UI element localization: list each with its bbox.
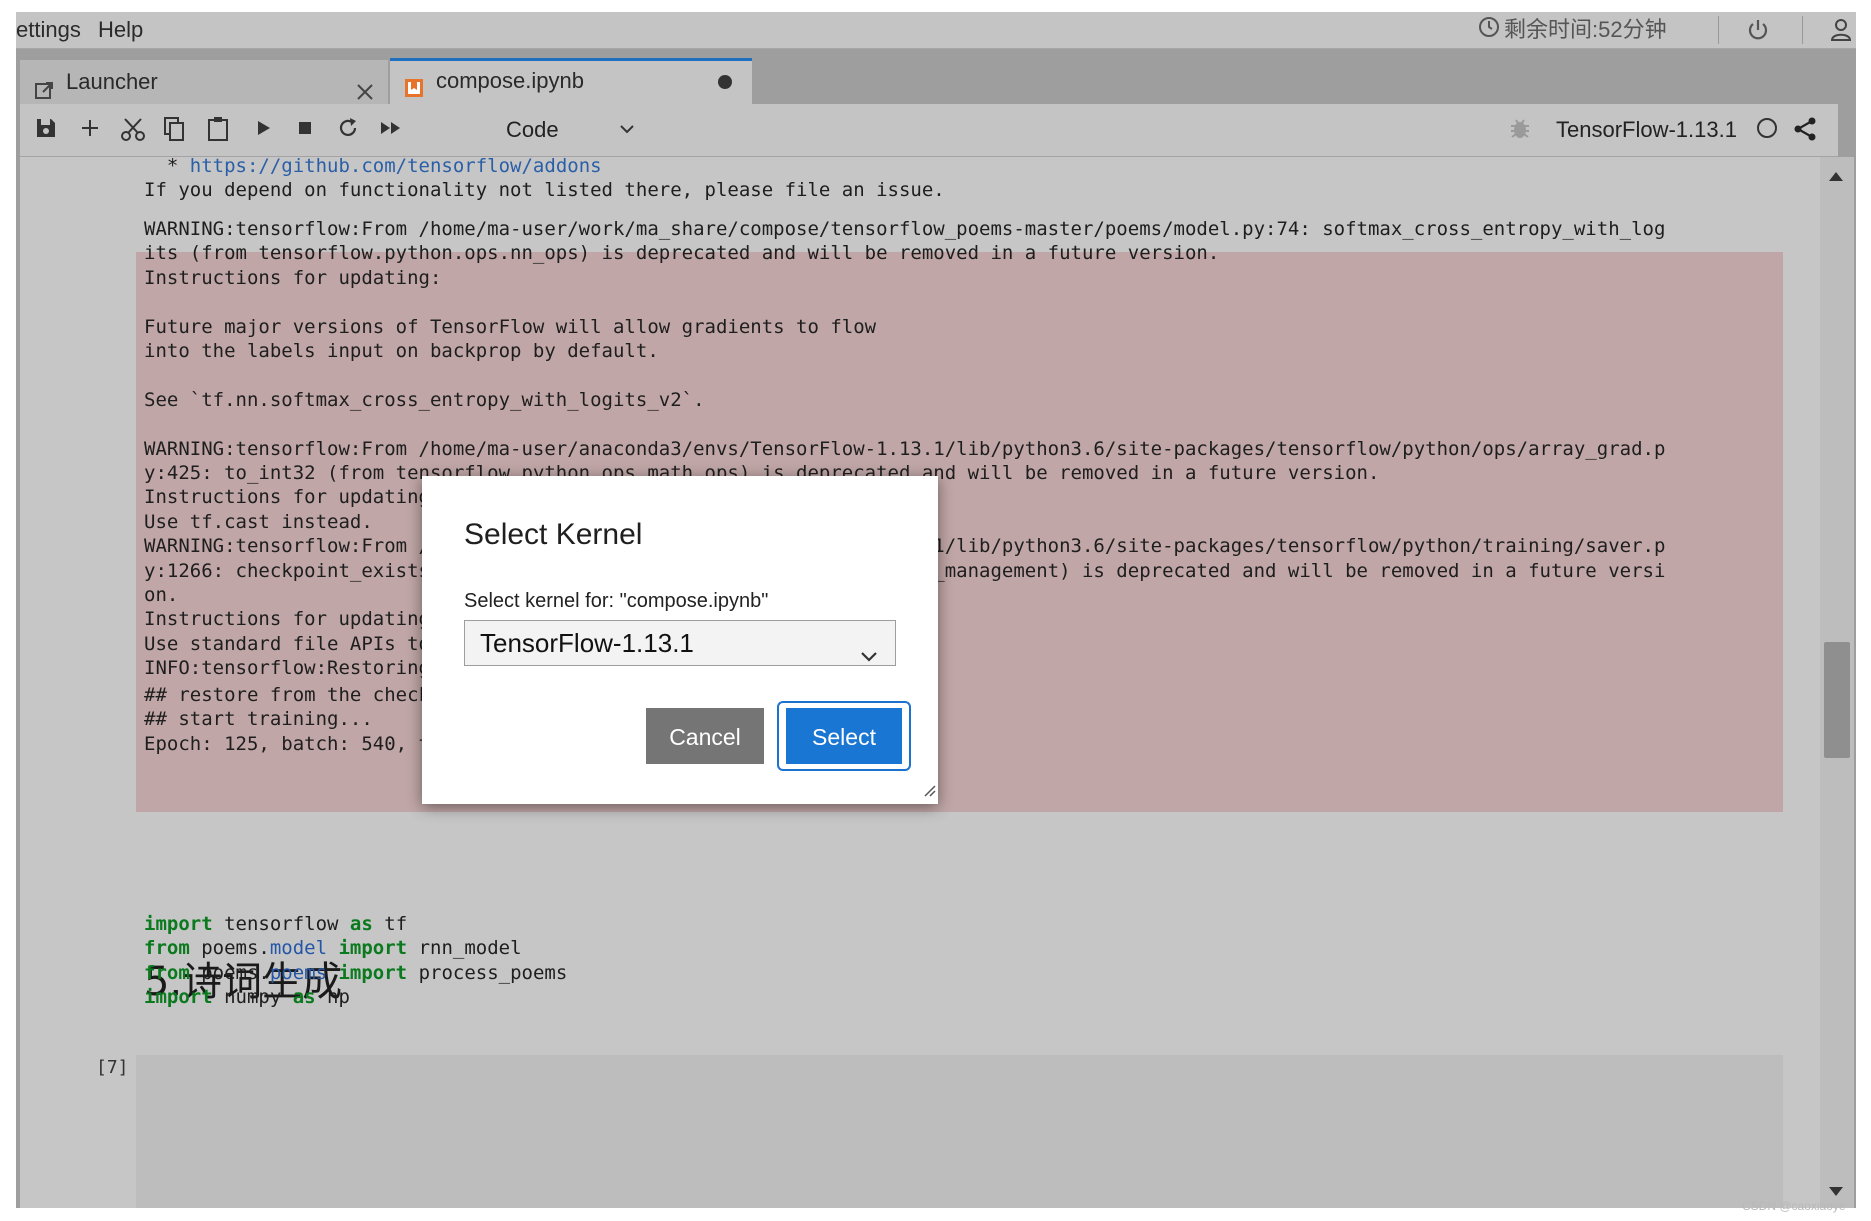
save-icon[interactable] [34,116,62,144]
kernel-name[interactable]: TensorFlow-1.13.1 [1556,104,1737,156]
stderr-line: Instructions for updating: [144,266,442,289]
stderr-line: its (from tensorflow.python.ops.nn_ops) … [144,242,1220,265]
keyword: as [292,986,316,1009]
keyword: from [144,961,190,984]
menu-divider [1718,16,1719,44]
tab-compose[interactable]: compose.ipynb [390,58,752,104]
code-text: poems. [189,961,270,984]
execution-count: [7] [96,1057,129,1078]
module-name: poems [269,961,328,984]
chevron-down-icon[interactable] [618,120,636,143]
kernel-select[interactable]: TensorFlow-1.13.1 [464,620,896,666]
scroll-up-arrow-icon[interactable] [1829,172,1843,181]
select-button[interactable]: Select [786,708,902,764]
keyword: import [144,986,213,1009]
power-icon[interactable] [1746,18,1770,47]
stderr-line: Instructions for updating: [144,486,442,509]
stderr-line: into the labels input on backprop by def… [144,340,659,362]
stderr-line: on. [144,584,179,606]
share-icon[interactable] [1792,116,1818,147]
code-line: import numpy as np [144,985,350,1009]
code-text: rnn_model [407,937,522,960]
menu-bar: ettings Help 剩余时间:52分钟 [16,12,1856,49]
unsaved-indicator[interactable] [718,75,732,89]
addons-link[interactable]: https://github.com/tensorflow/addons [190,157,602,177]
keyword: import [327,961,408,984]
kernel-select-value: TensorFlow-1.13.1 [480,628,694,658]
code-text: numpy [212,986,293,1009]
restart-icon[interactable] [336,116,364,144]
module-name: model [269,937,328,960]
cut-icon[interactable] [120,116,148,144]
chevron-down-icon [859,635,879,679]
jupyterlab-window: ettings Help 剩余时间:52分钟 Launcher compose.… [16,12,1856,1208]
remaining-time: 剩余时间:52分钟 [1478,12,1667,48]
code-line: import tensorflow as tf [144,912,407,936]
keyword: import [144,913,213,935]
keyword: from [144,937,190,960]
output-line: If you depend on functionality not liste… [144,179,945,201]
tab-launcher[interactable]: Launcher [20,60,388,104]
menu-divider [1802,16,1803,44]
remaining-time-text: 剩余时间:52分钟 [1504,17,1667,42]
copy-icon[interactable] [162,116,190,144]
menu-help[interactable]: Help [98,12,143,48]
dialog-title: Select Kernel [464,518,643,551]
tab-label: compose.ipynb [436,68,584,93]
notebook-toolbar: Code TensorFlow-1.13.1 [20,104,1838,157]
code-line: from poems.model import rnn_model [144,936,522,960]
fast-forward-icon[interactable] [378,116,406,144]
scroll-down-arrow-icon[interactable] [1829,1187,1843,1196]
code-text: np [315,986,350,1009]
stderr-line: WARNING:tensorflow:From /home/ma-user/an… [144,437,1666,460]
paste-icon[interactable] [206,116,234,144]
stderr-line: Instructions for updating: [144,608,442,631]
run-icon[interactable] [252,116,280,144]
menu-settings[interactable]: ettings [16,12,81,48]
code-text: poems. [189,937,270,960]
watermark: CSDN @caoxiaoye [1742,1199,1846,1213]
code-text: tensorflow [212,913,350,935]
stderr-line: Use tf.cast instead. [144,510,373,533]
scrollbar-thumb[interactable] [1824,642,1850,758]
user-icon[interactable] [1830,18,1852,47]
keyword: as [349,913,373,935]
clock-icon [1478,13,1500,49]
select-kernel-dialog: Select Kernel Select kernel for: "compos… [422,476,938,804]
kernel-status-icon [1757,118,1777,138]
stderr-line: Future major versions of TensorFlow will… [144,315,877,338]
add-cell-icon[interactable] [78,116,106,144]
stderr-line: See `tf.nn.softmax_cross_entropy_with_lo… [144,388,705,411]
code-cell[interactable] [136,1055,1783,1208]
stop-icon[interactable] [294,116,322,144]
cancel-button[interactable]: Cancel [646,708,764,764]
debugger-bug-icon[interactable] [1508,116,1532,147]
code-text: tf [372,913,408,935]
keyword: import [327,937,408,960]
code-line: from poems.poems import process_poems [144,961,567,985]
dialog-label: Select kernel for: "compose.ipynb" [464,590,769,612]
cell-type-select[interactable]: Code [506,104,559,156]
resize-handle-icon[interactable] [922,783,936,802]
tab-label: Launcher [66,69,158,94]
stderr-line: WARNING:tensorflow:From /home/ma-user/wo… [144,218,1666,240]
code-text: process_poems [407,961,568,984]
stdout-line: ## start training... [144,708,373,731]
